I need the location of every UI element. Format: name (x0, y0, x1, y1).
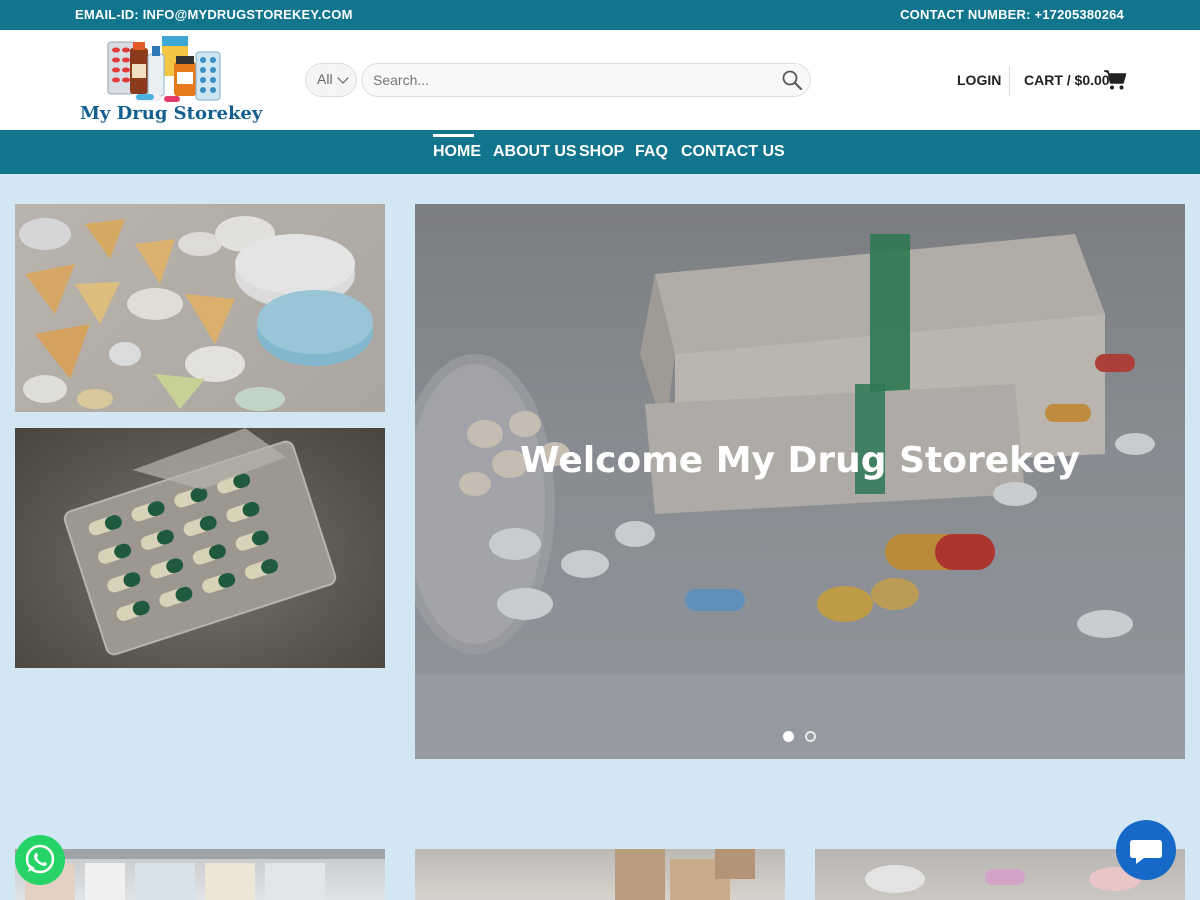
nav-item-home[interactable]: HOME (433, 143, 481, 161)
main-nav: HOME ABOUT US SHOP FAQ CONTACT US (0, 130, 1200, 174)
nav-item-contact-us[interactable]: CONTACT US (681, 143, 785, 161)
slider-dot-2[interactable] (805, 731, 816, 742)
login-link[interactable]: LOGIN (957, 72, 1001, 88)
cart-icon[interactable] (1103, 69, 1127, 91)
pills-image[interactable] (15, 204, 385, 412)
chat-button[interactable] (1116, 820, 1176, 880)
nav-item-shop[interactable]: SHOP (579, 143, 624, 161)
search-input[interactable] (361, 63, 811, 97)
site-header: My Drug Storekey All LOGIN CART / $0.00 (0, 30, 1200, 130)
chevron-down-icon (337, 72, 349, 84)
slider-title: Welcome My Drug Storekey (519, 440, 1080, 481)
cart-link[interactable]: CART / $0.00 (1024, 72, 1110, 88)
search-icon[interactable] (781, 69, 803, 91)
nav-item-about-us[interactable]: ABOUT US (493, 143, 577, 161)
category-card-1[interactable] (15, 849, 385, 900)
contact-email[interactable]: EMAIL-ID: INFO@MYDRUGSTOREKEY.COM (75, 7, 353, 22)
top-bar: EMAIL-ID: INFO@MYDRUGSTOREKEY.COM CONTAC… (0, 0, 1200, 30)
category-card-2[interactable] (415, 849, 785, 900)
nav-active-indicator (433, 134, 474, 137)
nav-item-faq[interactable]: FAQ (635, 143, 668, 161)
header-divider (1009, 66, 1010, 96)
contact-phone[interactable]: CONTACT NUMBER: +17205380264 (900, 7, 1124, 22)
chat-icon (1130, 840, 1162, 864)
hero-slider[interactable]: Welcome My Drug Storekey (415, 204, 1185, 759)
category-select-value: All (317, 71, 333, 87)
capsules-blister-image[interactable] (15, 428, 385, 668)
whatsapp-icon (25, 844, 55, 874)
category-select[interactable]: All (305, 63, 357, 97)
whatsapp-button[interactable] (15, 835, 65, 885)
logo-text[interactable]: My Drug Storekey (80, 103, 262, 124)
slider-dot-1[interactable] (783, 731, 794, 742)
